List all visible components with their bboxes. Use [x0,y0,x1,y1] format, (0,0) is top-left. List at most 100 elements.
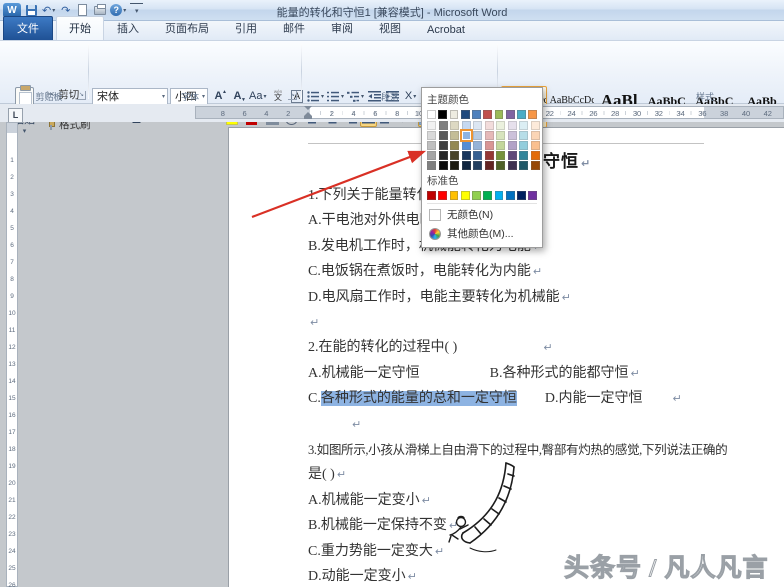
theme-color-swatch[interactable] [438,110,447,119]
multilevel-list-button[interactable]: ▾ [346,87,365,105]
standard-color-swatch[interactable] [450,191,459,200]
theme-color-swatch[interactable] [472,110,481,119]
variant-color-swatch[interactable] [462,151,471,160]
pinyin-guide-icon: wén文 [274,90,282,103]
tab-开始[interactable]: 开始 [56,16,104,40]
shrink-font-button[interactable]: A▼ [229,87,246,105]
variant-color-swatch[interactable] [496,131,505,140]
watermark-text: 头条号 / 凡人凡言 [564,548,779,584]
group-separator [301,44,302,99]
theme-color-swatch[interactable] [427,110,436,119]
indent-markers[interactable] [303,106,313,119]
variant-color-swatch[interactable] [496,151,505,160]
variant-color-swatch[interactable] [439,121,448,130]
variant-color-swatch[interactable] [531,131,540,140]
variant-color-swatch[interactable] [462,141,471,150]
variant-color-swatch[interactable] [508,131,517,140]
variant-color-swatch[interactable] [462,121,471,130]
variant-color-swatch[interactable] [427,131,436,140]
tab-Acrobat[interactable]: Acrobat [414,20,478,40]
standard-color-swatch[interactable] [517,191,526,200]
variant-color-swatch[interactable] [508,161,517,170]
variant-color-swatch[interactable] [427,121,436,130]
variant-color-swatch[interactable] [508,141,517,150]
variant-color-swatch[interactable] [450,161,459,170]
variant-color-swatch[interactable] [531,161,540,170]
styles-group-label: 样式 [680,90,730,103]
standard-color-swatch[interactable] [472,191,481,200]
tab-文件[interactable]: 文件 [3,16,53,40]
font-dialog-launcher[interactable]: ↘ [288,91,297,100]
tab-selector[interactable]: L [8,108,23,123]
standard-color-swatch[interactable] [461,191,470,200]
variant-color-swatch[interactable] [519,151,528,160]
tab-页面布局[interactable]: 页面布局 [152,16,222,40]
theme-color-swatch[interactable] [517,110,526,119]
tab-邮件[interactable]: 邮件 [270,16,318,40]
variant-color-swatch[interactable] [473,141,482,150]
variant-color-swatch[interactable] [450,151,459,160]
more-colors-item[interactable]: 其他颜色(M)... [427,224,537,243]
variant-color-swatch[interactable] [427,141,436,150]
variant-color-swatch[interactable] [439,141,448,150]
variant-color-swatch[interactable] [519,161,528,170]
tab-插入[interactable]: 插入 [104,16,152,40]
variant-color-swatch[interactable] [473,151,482,160]
variant-color-swatch[interactable] [485,161,494,170]
theme-color-swatch[interactable] [461,110,470,119]
standard-color-swatch[interactable] [438,191,447,200]
highlighted-text: 各种形式的能量的总和一定守恒 [321,391,517,406]
variant-color-swatch[interactable] [531,141,540,150]
variant-color-swatch[interactable] [496,161,505,170]
variant-color-swatch[interactable] [462,161,471,170]
variant-color-swatch[interactable] [531,121,540,130]
text-run: 是( ) [308,467,335,482]
change-case-button[interactable]: Aa▾ [248,87,267,105]
bullets-button[interactable]: ▾ [306,87,325,105]
variant-color-swatch[interactable] [439,151,448,160]
variant-color-swatch[interactable] [485,131,494,140]
variant-color-swatch[interactable] [450,141,459,150]
variant-color-swatch[interactable] [531,151,540,160]
variant-color-swatch[interactable] [473,131,482,140]
standard-color-swatch[interactable] [506,191,515,200]
variant-color-swatch[interactable] [508,151,517,160]
theme-color-swatch[interactable] [450,110,459,119]
vertical-ruler[interactable]: 1234567891011121314151617181920212223242… [6,122,18,587]
variant-color-swatch[interactable] [439,131,448,140]
variant-color-swatch[interactable] [450,131,459,140]
variant-color-swatch[interactable] [427,161,436,170]
chevron-down-icon: ▾ [52,7,55,14]
tab-审阅[interactable]: 审阅 [318,16,366,40]
variant-color-swatch[interactable] [496,121,505,130]
variant-color-swatch[interactable] [485,121,494,130]
variant-color-swatch[interactable] [450,121,459,130]
theme-color-swatch[interactable] [506,110,515,119]
selected-color-swatch[interactable] [462,131,471,140]
variant-color-swatch[interactable] [485,141,494,150]
variant-color-swatch[interactable] [519,121,528,130]
variant-color-swatch[interactable] [485,151,494,160]
variant-color-swatch[interactable] [496,141,505,150]
variant-color-swatch[interactable] [508,121,517,130]
variant-color-swatch[interactable] [427,151,436,160]
variant-color-swatch[interactable] [519,141,528,150]
theme-color-swatch[interactable] [528,110,537,119]
pinyin-guide-button[interactable]: wén文 [269,87,286,105]
clipboard-dialog-launcher[interactable]: ↘ [77,91,86,100]
standard-color-swatch[interactable] [483,191,492,200]
theme-color-swatch[interactable] [495,110,504,119]
variant-color-swatch[interactable] [439,161,448,170]
theme-color-swatch[interactable] [483,110,492,119]
tab-视图[interactable]: 视图 [366,16,414,40]
standard-color-swatch[interactable] [427,191,436,200]
tab-引用[interactable]: 引用 [222,16,270,40]
standard-color-swatch[interactable] [495,191,504,200]
numbering-button[interactable]: ▾ [326,87,345,105]
variant-color-swatch[interactable] [473,161,482,170]
no-color-item[interactable]: 无颜色(N) [427,205,537,224]
font-family-combo[interactable]: 宋体▾ [92,88,168,105]
variant-color-swatch[interactable] [473,121,482,130]
variant-color-swatch[interactable] [519,131,528,140]
standard-color-swatch[interactable] [528,191,537,200]
